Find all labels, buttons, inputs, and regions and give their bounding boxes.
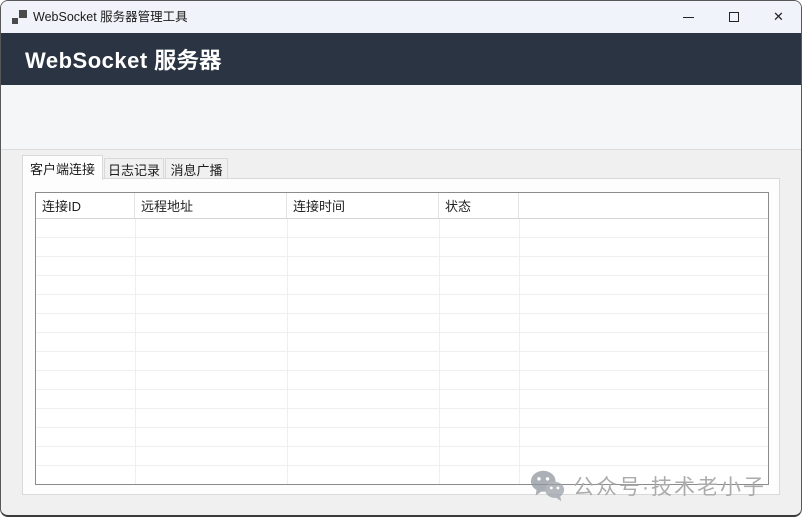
maximize-button[interactable] bbox=[711, 1, 756, 33]
close-icon: ✕ bbox=[773, 9, 784, 25]
column-header-status[interactable]: 状态 bbox=[439, 193, 519, 218]
titlebar: WebSocket 服务器管理工具 ✕ bbox=[1, 1, 801, 33]
maximize-icon bbox=[729, 12, 739, 22]
table-header-row: 连接ID 远程地址 连接时间 状态 bbox=[36, 193, 768, 219]
close-button[interactable]: ✕ bbox=[756, 1, 801, 33]
column-divider bbox=[439, 219, 440, 484]
tab-logs[interactable]: 日志记录 bbox=[104, 158, 164, 179]
watermark-text: 公众号·技术老小子 bbox=[573, 471, 766, 501]
table-body-empty bbox=[36, 219, 768, 484]
column-header-remote-address[interactable]: 远程地址 bbox=[135, 193, 287, 218]
watermark: 公众号·技术老小子 bbox=[529, 467, 766, 505]
column-header-filler bbox=[519, 193, 768, 218]
column-divider bbox=[135, 219, 136, 484]
tab-page-client-connections: 连接ID 远程地址 连接时间 状态 bbox=[22, 178, 780, 495]
page-title: WebSocket 服务器 bbox=[25, 43, 222, 75]
column-header-connect-time[interactable]: 连接时间 bbox=[287, 193, 439, 218]
app-window: WebSocket 服务器管理工具 ✕ WebSocket 服务器 端口号: 启… bbox=[0, 0, 802, 517]
minimize-icon bbox=[683, 17, 694, 18]
column-divider bbox=[287, 219, 288, 484]
wechat-icon bbox=[529, 467, 567, 505]
tab-broadcast[interactable]: 消息广播 bbox=[165, 158, 228, 179]
control-bar: 端口号: 启动 停止 运行中 强制退出 已连接客户端 0 bbox=[1, 85, 801, 150]
window-title: WebSocket 服务器管理工具 bbox=[33, 1, 188, 33]
connections-table: 连接ID 远程地址 连接时间 状态 bbox=[35, 192, 769, 485]
app-window-icon bbox=[12, 10, 27, 25]
column-header-connection-id[interactable]: 连接ID bbox=[36, 193, 135, 218]
column-divider bbox=[519, 219, 520, 484]
app-header: WebSocket 服务器 bbox=[1, 33, 801, 85]
minimize-button[interactable] bbox=[666, 1, 711, 33]
tab-client-connections[interactable]: 客户端连接 bbox=[22, 155, 103, 180]
